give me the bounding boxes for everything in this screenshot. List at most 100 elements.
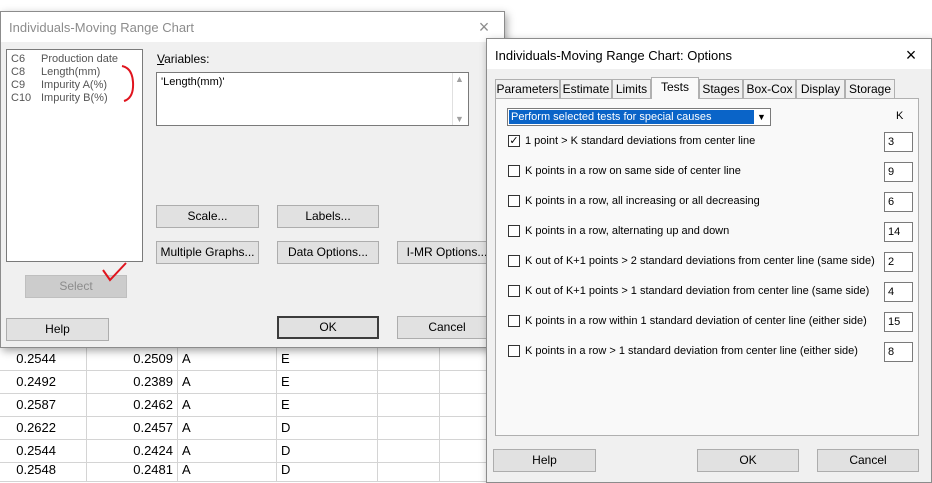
title-bar: Individuals-Moving Range Chart × <box>1 12 504 42</box>
ok-button[interactable]: OK <box>277 316 379 339</box>
cell[interactable] <box>440 417 490 439</box>
test-label: K out of K+1 points > 2 standard deviati… <box>525 255 875 267</box>
help-button[interactable]: Help <box>6 318 109 341</box>
cell[interactable]: A <box>178 348 277 370</box>
imr-options-button[interactable]: I-MR Options... <box>397 241 497 264</box>
test-5-k-input[interactable]: 2 <box>884 252 913 272</box>
test-row-7: K points in a row within 1 standard devi… <box>508 312 914 332</box>
cell[interactable]: A <box>178 417 277 439</box>
test-7-checkbox[interactable] <box>508 315 520 327</box>
list-item[interactable]: C9 Impurity A(%) <box>11 79 138 92</box>
test-label: K points in a row on same side of center… <box>525 165 741 177</box>
cell[interactable]: E <box>277 394 378 416</box>
cell[interactable] <box>378 371 440 393</box>
test-3-k-input[interactable]: 6 <box>884 192 913 212</box>
cell[interactable] <box>440 394 490 416</box>
cell[interactable]: 0.2389 <box>87 371 178 393</box>
cell[interactable]: 0.2481 <box>87 459 178 481</box>
test-row-8: K points in a row > 1 standard deviation… <box>508 342 914 362</box>
tests-mode-value: Perform selected tests for special cause… <box>509 110 754 124</box>
cell[interactable]: 0.2548 <box>0 459 87 481</box>
close-icon[interactable]: × <box>472 15 496 39</box>
cancel-button[interactable]: Cancel <box>817 449 919 472</box>
test-row-2: K points in a row on same side of center… <box>508 162 914 182</box>
chevron-up-icon[interactable]: ▲ <box>455 74 464 84</box>
tab-estimate[interactable]: Estimate <box>560 79 612 98</box>
test-6-k-input[interactable]: 4 <box>884 282 913 302</box>
test-label: K points in a row, alternating up and do… <box>525 225 730 237</box>
scale-button[interactable]: Scale... <box>156 205 259 228</box>
cell[interactable] <box>378 348 440 370</box>
test-row-4: K points in a row, alternating up and do… <box>508 222 914 242</box>
scrollbar[interactable]: ▲ ▼ <box>452 73 468 125</box>
data-options-button[interactable]: Data Options... <box>277 241 379 264</box>
labels-button[interactable]: Labels... <box>277 205 379 228</box>
dialog-title: Individuals-Moving Range Chart: Options <box>495 48 733 63</box>
cancel-button[interactable]: Cancel <box>397 316 497 339</box>
cell[interactable]: 0.2509 <box>87 348 178 370</box>
chevron-down-icon[interactable]: ▼ <box>754 110 769 124</box>
test-2-checkbox[interactable] <box>508 165 520 177</box>
cell[interactable] <box>378 417 440 439</box>
select-button[interactable]: Select <box>25 275 127 298</box>
tab-box-cox[interactable]: Box-Cox <box>743 79 796 98</box>
cell[interactable]: 0.2587 <box>0 394 87 416</box>
cell[interactable] <box>440 371 490 393</box>
cell[interactable] <box>378 394 440 416</box>
list-item[interactable]: C6 Production date <box>11 53 138 66</box>
cell[interactable]: 0.2462 <box>87 394 178 416</box>
tab-storage[interactable]: Storage <box>845 79 895 98</box>
close-icon[interactable]: × <box>899 43 923 67</box>
cell[interactable] <box>378 459 440 481</box>
test-4-checkbox[interactable] <box>508 225 520 237</box>
test-7-k-input[interactable]: 15 <box>884 312 913 332</box>
tab-parameters[interactable]: Parameters <box>495 79 560 98</box>
test-3-checkbox[interactable] <box>508 195 520 207</box>
cell[interactable]: 0.2544 <box>0 348 87 370</box>
dialog-title: Individuals-Moving Range Chart <box>9 20 194 35</box>
test-label: K points in a row, all increasing or all… <box>525 195 760 207</box>
multiple-graphs-button[interactable]: Multiple Graphs... <box>156 241 259 264</box>
variables-label: Variables: <box>157 52 210 66</box>
cell[interactable]: D <box>277 417 378 439</box>
test-6-checkbox[interactable] <box>508 285 520 297</box>
cell[interactable]: 0.2492 <box>0 371 87 393</box>
column-list[interactable]: C6 Production date C8 Length(mm) C9 Impurit… <box>6 49 143 262</box>
list-item[interactable]: C8 Length(mm) <box>11 66 138 79</box>
test-4-k-input[interactable]: 14 <box>884 222 913 242</box>
variables-value: 'Length(mm)' <box>161 76 225 88</box>
list-item[interactable]: C10 Impurity B(%) <box>11 92 138 105</box>
variables-field[interactable]: 'Length(mm)' ▲ ▼ <box>156 72 469 126</box>
cell[interactable]: A <box>178 394 277 416</box>
test-label: K points in a row within 1 standard devi… <box>525 315 867 327</box>
cell[interactable] <box>440 459 490 481</box>
tab-limits[interactable]: Limits <box>612 79 651 98</box>
cell[interactable]: 0.2622 <box>0 417 87 439</box>
cell[interactable]: E <box>277 348 378 370</box>
ok-button[interactable]: OK <box>697 449 799 472</box>
tab-display[interactable]: Display <box>796 79 845 98</box>
tab-stages[interactable]: Stages <box>699 79 743 98</box>
test-2-k-input[interactable]: 9 <box>884 162 913 182</box>
test-8-checkbox[interactable] <box>508 345 520 357</box>
test-label: K out of K+1 points > 1 standard deviati… <box>525 285 870 297</box>
test-label: 1 point > K standard deviations from cen… <box>525 135 756 147</box>
cell[interactable]: D <box>277 459 378 481</box>
imr-chart-dialog: Individuals-Moving Range Chart × C6 Produ… <box>0 11 505 348</box>
tab-tests[interactable]: Tests <box>651 77 699 99</box>
test-8-k-input[interactable]: 8 <box>884 342 913 362</box>
cell[interactable]: A <box>178 371 277 393</box>
title-bar: Individuals-Moving Range Chart: Options … <box>487 39 931 69</box>
cell[interactable]: A <box>178 459 277 481</box>
help-button[interactable]: Help <box>493 449 596 472</box>
cell[interactable]: 0.2457 <box>87 417 178 439</box>
tests-panel: Perform selected tests for special cause… <box>495 98 919 436</box>
test-1-k-input[interactable]: 3 <box>884 132 913 152</box>
options-dialog: Individuals-Moving Range Chart: Options … <box>486 38 932 483</box>
test-1-checkbox[interactable]: ✓ <box>508 135 520 147</box>
cell[interactable] <box>440 348 490 370</box>
cell[interactable]: E <box>277 371 378 393</box>
test-5-checkbox[interactable] <box>508 255 520 267</box>
chevron-down-icon[interactable]: ▼ <box>455 114 464 124</box>
tests-mode-select[interactable]: Perform selected tests for special cause… <box>507 108 771 126</box>
